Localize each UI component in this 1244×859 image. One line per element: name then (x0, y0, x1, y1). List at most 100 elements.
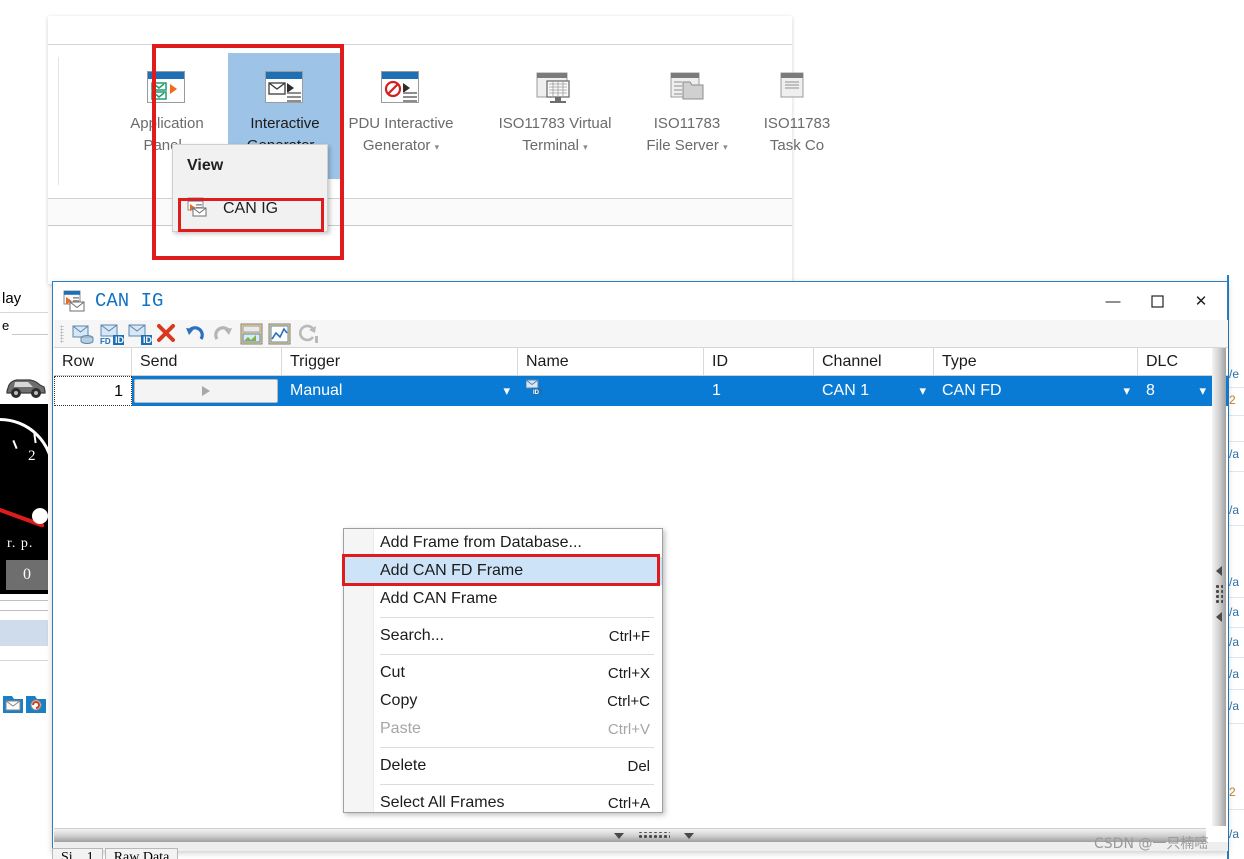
context-menu-item-label: Add CAN FD Frame (380, 562, 524, 579)
toolbar-refresh-button[interactable] (296, 323, 320, 345)
close-button[interactable]: ✕ (1179, 284, 1223, 318)
column-header-name[interactable]: Name (518, 348, 704, 375)
can-ig-titlebar: CAN IG — ✕ (53, 282, 1227, 320)
context-menu-item-label: Paste (380, 720, 421, 737)
cell-channel-value: CAN 1 (822, 382, 870, 399)
context-menu-item-paste: Paste Ctrl+V (344, 715, 662, 743)
cell-dlc[interactable]: 8 ▾ (1138, 376, 1214, 406)
table-row[interactable]: 1 Manual ▾ ID 1 CAN 1 ▾ CAN FD ▾ 8 ▾ (54, 376, 1228, 406)
background-divider-5 (0, 660, 48, 661)
grid-vertical-scrollbar[interactable] (1212, 348, 1226, 826)
toolbar-undo-button[interactable] (184, 323, 208, 345)
chevron-down-icon[interactable]: ▾ (583, 142, 588, 152)
ribbon-label-line1: ISO11783 (653, 115, 721, 132)
chevron-down-icon[interactable]: ▾ (1123, 376, 1130, 406)
minimize-button[interactable]: — (1091, 284, 1135, 318)
can-ig-toolbar: FD ID ID (54, 320, 1228, 348)
chevron-down-icon[interactable]: ▾ (1199, 376, 1206, 406)
ribbon-button-iso11783-file-server[interactable]: ISO11783 File Server ▾ (630, 53, 744, 179)
svg-text:ID: ID (143, 335, 153, 345)
background-trace-cell: /a (1229, 503, 1240, 517)
toolbar-add-can-frame-button[interactable]: ID (128, 323, 153, 345)
cell-trigger[interactable]: Manual ▾ (282, 376, 518, 406)
column-header-id[interactable]: ID (704, 348, 814, 375)
grid-header-row: Row Send Trigger Name ID Channel Type DL… (54, 348, 1228, 376)
toolbar-add-can-fd-frame-button[interactable]: FD ID (100, 323, 125, 346)
context-menu-item-shortcut: Ctrl+C (607, 692, 650, 710)
toolbar-graph-button[interactable] (268, 323, 292, 345)
background-trace-cell: /a (1229, 605, 1240, 619)
can-ig-window-title: CAN IG (95, 290, 164, 312)
chevron-down-icon[interactable]: ▾ (503, 376, 510, 406)
grid-vscroll-thumb[interactable] (1214, 566, 1224, 622)
toolbar-add-frame-from-database-button[interactable] (72, 323, 96, 345)
context-menu-item-delete[interactable]: Delete Del (344, 752, 662, 780)
svg-text:FD: FD (100, 337, 111, 345)
ribbon-button-pdu-interactive-generator[interactable]: PDU Interactive Generator ▾ (344, 53, 458, 179)
context-menu-separator (380, 617, 654, 618)
background-divider-4 (0, 610, 48, 611)
context-menu-item-shortcut: Ctrl+F (608, 627, 650, 645)
background-trace-cell: /a (1229, 699, 1240, 713)
grid-context-menu: Add Frame from Database... Add CAN FD Fr… (343, 528, 663, 813)
background-trace-cell: /e (1229, 367, 1240, 381)
grid-horizontal-splitter[interactable] (54, 828, 1206, 842)
svg-text:ID: ID (533, 390, 540, 395)
context-menu-item-select-all-frames[interactable]: Select All Frames Ctrl+A (344, 789, 662, 817)
context-menu-item-label: Delete (380, 757, 427, 774)
cell-send[interactable] (132, 376, 282, 406)
context-menu-item-cut[interactable]: Cut Ctrl+X (344, 659, 662, 687)
column-header-dlc[interactable]: DLC (1138, 348, 1214, 375)
cell-id[interactable]: 1 (704, 376, 814, 406)
application-panel-icon (110, 53, 224, 107)
gauge-hub (32, 508, 48, 524)
chevron-down-icon[interactable]: ▾ (919, 376, 926, 406)
send-button[interactable] (134, 379, 278, 403)
ribbon-label-line2: Terminal (522, 137, 579, 154)
cell-type[interactable]: CAN FD ▾ (934, 376, 1138, 406)
ribbon-label-line1: Interactive (250, 115, 320, 132)
background-trace-cell: 2 (1229, 393, 1236, 407)
interactive-generator-icon (228, 53, 342, 107)
ribbon-label-line2: Task Co (769, 137, 825, 154)
chevron-down-icon[interactable]: ▾ (435, 142, 440, 152)
context-menu-separator (380, 747, 654, 748)
background-trace-cell: /a (1229, 827, 1240, 841)
cell-channel[interactable]: CAN 1 ▾ (814, 376, 934, 406)
column-header-channel[interactable]: Channel (814, 348, 934, 375)
pdu-interactive-generator-icon (344, 53, 458, 107)
context-menu-item-shortcut: Del (627, 757, 650, 775)
context-menu-item-add-can-fd-frame[interactable]: Add CAN FD Frame (344, 557, 662, 585)
ribbon-label-line2: File Server (646, 137, 719, 154)
ribbon-button-iso11783-task-controller[interactable]: ISO11783 Task Co (740, 53, 854, 179)
frame-id-icon: ID (525, 376, 544, 406)
column-header-type[interactable]: Type (934, 348, 1138, 375)
play-icon (202, 386, 210, 396)
context-menu-item-add-frame-from-database[interactable]: Add Frame from Database... (344, 529, 662, 557)
cell-dlc-value: 8 (1146, 382, 1155, 399)
context-menu-item-search[interactable]: Search... Ctrl+F (344, 622, 662, 650)
bottom-tab[interactable]: Si... 1 (52, 848, 103, 859)
column-header-row[interactable]: Row (54, 348, 132, 375)
context-menu-item-label: Search... (380, 627, 445, 644)
background-label-play: lay (2, 290, 22, 307)
ribbon-button-iso11783-virtual-terminal[interactable]: ISO11783 Virtual Terminal ▾ (488, 53, 622, 179)
cell-name[interactable]: ID (518, 376, 704, 406)
toolbar-grip[interactable] (60, 324, 64, 343)
chevron-down-icon[interactable]: ▾ (723, 142, 728, 152)
bottom-tab[interactable]: Raw Data (104, 848, 179, 859)
can-ig-icon (63, 290, 87, 312)
maximize-button[interactable] (1135, 284, 1179, 318)
column-header-send[interactable]: Send (132, 348, 282, 375)
ribbon-window: Application Panel ▾ (48, 16, 830, 284)
splitter-grip[interactable] (614, 832, 694, 840)
toolbar-columns-button[interactable] (240, 323, 264, 345)
toolbar-redo-button[interactable] (212, 323, 236, 345)
context-menu-item-copy[interactable]: Copy Ctrl+C (344, 687, 662, 715)
toolbar-delete-button[interactable] (156, 323, 180, 345)
background-divider-3 (0, 600, 48, 601)
column-header-trigger[interactable]: Trigger (282, 348, 518, 375)
context-menu-separator (380, 784, 654, 785)
background-divider-1 (0, 312, 48, 313)
context-menu-item-add-can-frame[interactable]: Add CAN Frame (344, 585, 662, 613)
